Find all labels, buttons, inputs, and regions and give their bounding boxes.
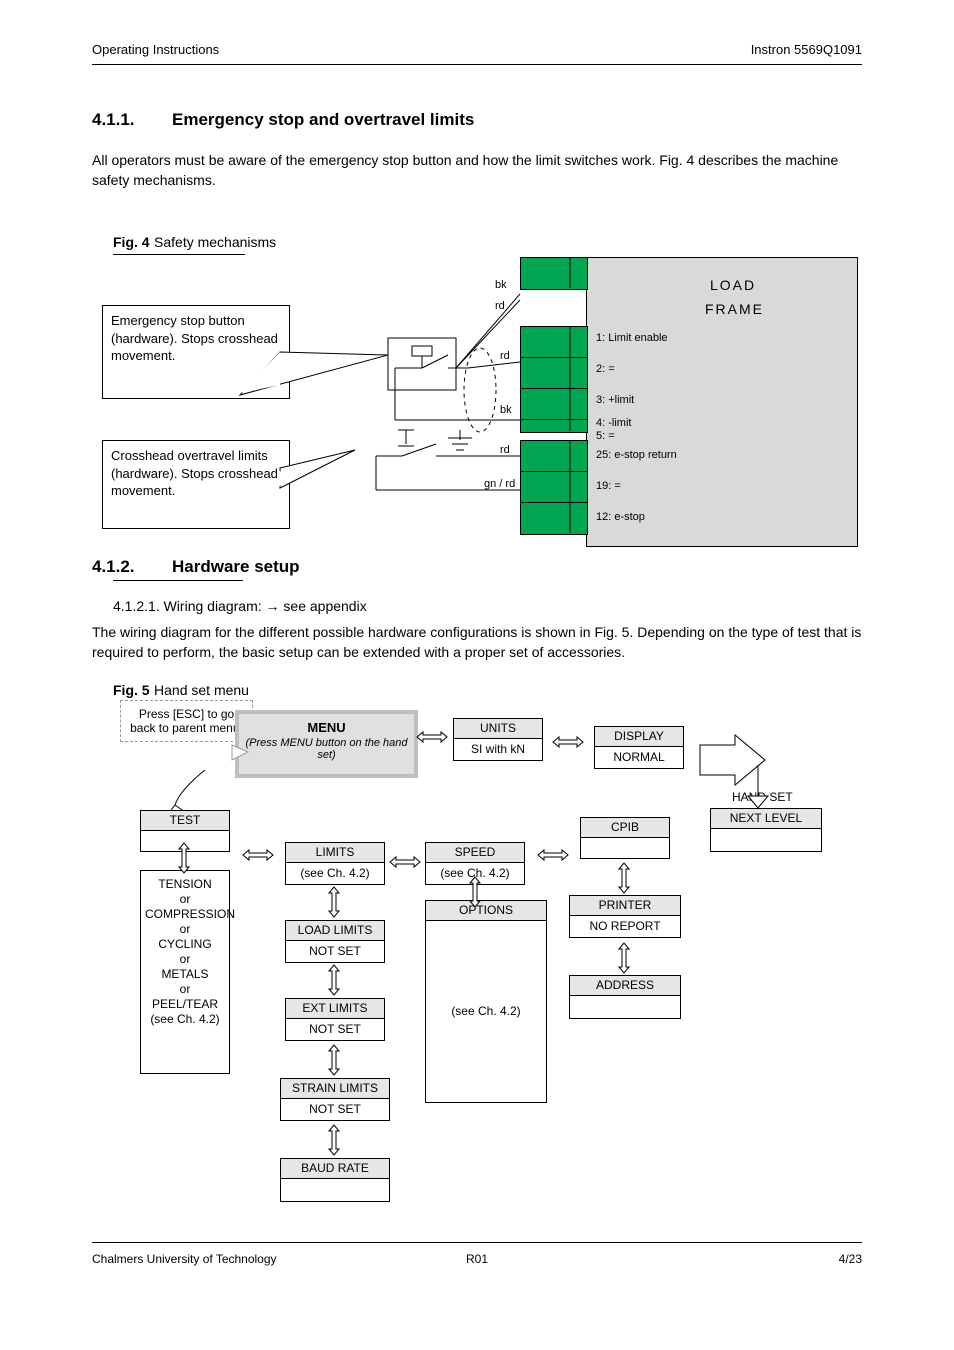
fig5-caption: Hand set menu bbox=[154, 682, 249, 698]
fig5-label: Fig. 5 bbox=[113, 682, 150, 698]
flow-connectors bbox=[0, 0, 954, 1350]
